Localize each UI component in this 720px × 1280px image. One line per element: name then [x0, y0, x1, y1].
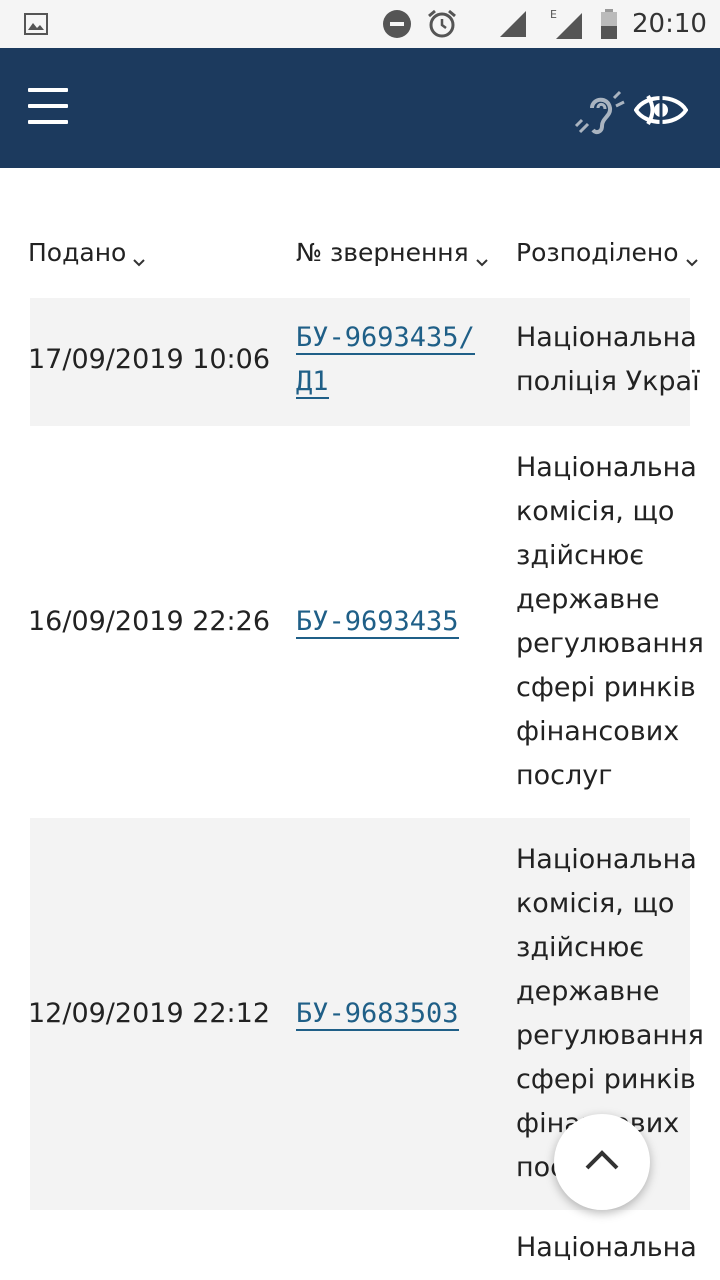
hearing-accessibility-icon[interactable]	[572, 86, 626, 140]
status-time: 20:10	[632, 9, 707, 39]
table-header: Подано № звернення Розподілено	[0, 168, 720, 298]
column-header-distributed[interactable]: Розподілено	[516, 238, 699, 267]
submitted-date: 12/09/2019 22:12	[28, 998, 271, 1029]
chevron-down-icon	[685, 247, 699, 267]
gallery-icon	[24, 0, 48, 48]
appeal-number-cell: БУ-9693435/Д1	[296, 316, 496, 404]
appeal-number-cell: БУ-9683503	[296, 992, 496, 1036]
table-row: 16/09/2019 22:26 БУ-9693435 Національна …	[28, 426, 704, 818]
chevron-down-icon	[475, 247, 489, 267]
table-row: 17/09/2019 10:06 БУ-9693435/Д1 Національ…	[28, 298, 700, 426]
do-not-disturb-icon	[382, 0, 412, 48]
signal-icon	[498, 0, 528, 48]
chevron-up-icon	[584, 1149, 620, 1175]
column-header-number[interactable]: № звернення	[296, 238, 489, 267]
appeal-number-link[interactable]: БУ-9693435	[296, 606, 459, 639]
svg-text:E: E	[550, 8, 557, 21]
scroll-to-top-button[interactable]	[554, 1114, 650, 1210]
appeal-number-link[interactable]: БУ-9693435/Д1	[296, 322, 475, 399]
submitted-date: 17/09/2019 10:06	[28, 344, 271, 375]
appeals-table: Подано № звернення Розподілено 17/09/201…	[0, 168, 720, 1280]
alarm-icon	[426, 0, 458, 48]
appeal-number-cell: БУ-9693435	[296, 600, 496, 644]
chevron-down-icon	[132, 247, 146, 267]
column-header-submitted[interactable]: Подано	[28, 238, 146, 267]
status-bar: E 20:10	[0, 0, 720, 48]
distributed-to: Національна	[516, 1232, 697, 1263]
vision-accessibility-icon[interactable]	[633, 88, 689, 132]
app-header	[0, 48, 720, 168]
distributed-to: Національна поліція Украї	[516, 322, 700, 397]
distributed-to: Національна комісія, що здійснює державн…	[516, 452, 704, 791]
signal-icon: E	[550, 0, 584, 48]
submitted-date: 16/09/2019 22:26	[28, 606, 271, 637]
battery-icon	[600, 0, 618, 48]
hamburger-menu-icon[interactable]	[28, 88, 70, 124]
table-row: Національна	[30, 1210, 697, 1280]
appeal-number-link[interactable]: БУ-9683503	[296, 998, 459, 1031]
